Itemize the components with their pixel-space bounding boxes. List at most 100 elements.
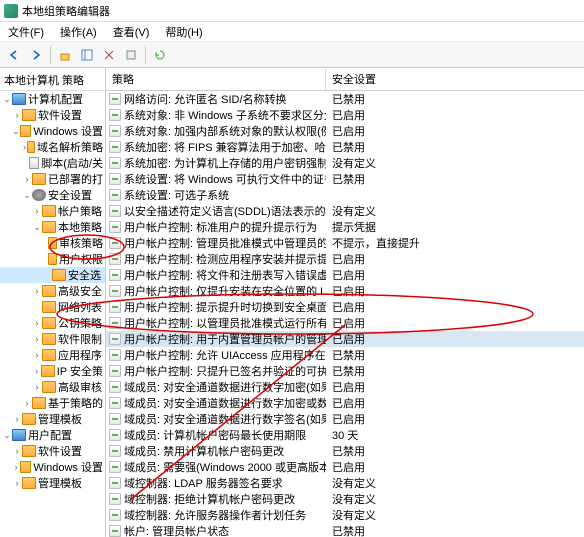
expand-icon[interactable]: ›	[32, 350, 42, 360]
menu-file[interactable]: 文件(F)	[4, 22, 48, 42]
policy-row[interactable]: 域成员: 对安全通道数据进行数字签名(如果可能)已启用	[106, 411, 584, 427]
tree-item[interactable]: 安全选	[0, 267, 105, 283]
policy-row[interactable]: 用户帐户控制: 允许 UIAccess 应用程序在不使用安全桌面…已禁用	[106, 347, 584, 363]
tree-root[interactable]: 本地计算机 策略	[0, 70, 105, 91]
tree-item[interactable]: 脚本(启动/关	[0, 155, 105, 171]
tree-item[interactable]: ⌄用户配置	[0, 427, 105, 443]
tree-item[interactable]: ⌄本地策略	[0, 219, 105, 235]
policy-row[interactable]: 帐户: 管理员帐户状态已禁用	[106, 523, 584, 537]
policy-row[interactable]: 域成员: 对安全通道数据进行数字加密(如果可能)已启用	[106, 379, 584, 395]
folder-icon	[27, 141, 35, 153]
policy-row[interactable]: 用户帐户控制: 管理员批准模式中管理员的提升权限提示的…不提示，直接提升	[106, 235, 584, 251]
tree-item[interactable]: ⌄计算机配置	[0, 91, 105, 107]
policy-row[interactable]: 域控制器: LDAP 服务器签名要求没有定义	[106, 475, 584, 491]
refresh-button[interactable]	[150, 45, 170, 65]
tree-item[interactable]: ›公钥策略	[0, 315, 105, 331]
tree-item[interactable]: ›IP 安全策	[0, 363, 105, 379]
tree-item[interactable]: ›高级审核	[0, 379, 105, 395]
policy-row[interactable]: 系统对象: 非 Windows 子系统不要求区分大小写已启用	[106, 107, 584, 123]
tree-item[interactable]: ›基于策略的	[0, 395, 105, 411]
expand-icon[interactable]: ›	[12, 110, 22, 120]
tree-item[interactable]: 审核策略	[0, 235, 105, 251]
policy-row[interactable]: 域成员: 禁用计算机帐户密码更改已禁用	[106, 443, 584, 459]
tree-item[interactable]: › 高级安全	[0, 283, 105, 299]
tree-item[interactable]: ›软件设置	[0, 107, 105, 123]
expand-icon[interactable]: ›	[32, 382, 42, 392]
expand-icon[interactable]: ›	[32, 206, 42, 216]
tree-item[interactable]: ›软件限制	[0, 331, 105, 347]
tree-item-label: 高级安全	[58, 283, 102, 299]
app-icon	[4, 4, 18, 18]
expand-icon[interactable]: ›	[22, 398, 32, 408]
expand-icon[interactable]: ›	[12, 446, 22, 456]
expand-icon[interactable]: ›	[32, 318, 42, 328]
menu-view[interactable]: 查看(V)	[109, 22, 154, 42]
policy-row[interactable]: 用户帐户控制: 仅提升安装在安全位置的 UIAccess 应用程序已启用	[106, 283, 584, 299]
policy-row[interactable]: 用户帐户控制: 只提升已签名并验证的可执行文件已禁用	[106, 363, 584, 379]
column-policy[interactable]: 策略	[106, 68, 326, 90]
tree-item[interactable]: ›管理模板	[0, 411, 105, 427]
expand-icon[interactable]: ›	[32, 334, 42, 344]
expand-icon[interactable]: ›	[32, 286, 42, 296]
policy-row[interactable]: 系统对象: 加强内部系统对象的默认权限(例如，符号链接)已启用	[106, 123, 584, 139]
forward-button[interactable]	[26, 45, 46, 65]
menu-help[interactable]: 帮助(H)	[161, 22, 206, 42]
policy-row[interactable]: 域成员: 对安全通道数据进行数字加密或数字签名(始终)已启用	[106, 395, 584, 411]
policy-row[interactable]: 域成员: 计算机帐户密码最长使用期限30 天	[106, 427, 584, 443]
tree-item[interactable]: ›域名解析策略	[0, 139, 105, 155]
expand-icon[interactable]: ›	[12, 478, 22, 488]
policy-row[interactable]: 用户帐户控制: 以管理员批准模式运行所有管理员已启用	[106, 315, 584, 331]
tree-item[interactable]: ›应用程序	[0, 347, 105, 363]
expand-icon[interactable]: ⌄	[2, 94, 12, 105]
expand-icon[interactable]: ›	[22, 174, 32, 184]
policy-setting: 已启用	[326, 315, 584, 331]
up-button[interactable]	[55, 45, 75, 65]
tree-item[interactable]: 网络列表	[0, 299, 105, 315]
policy-row[interactable]: 系统加密: 将 FIPS 兼容算法用于加密、哈希和签名已禁用	[106, 139, 584, 155]
tree-pane[interactable]: 本地计算机 策略 ⌄计算机配置›软件设置⌄Windows 设置›域名解析策略脚本…	[0, 68, 106, 537]
policy-row[interactable]: 域成员: 需要强(Windows 2000 或更高版本)会话密钥已启用	[106, 459, 584, 475]
expand-icon[interactable]: ›	[12, 414, 22, 424]
properties-button[interactable]	[121, 45, 141, 65]
policy-row[interactable]: 域控制器: 拒绝计算机帐户密码更改没有定义	[106, 491, 584, 507]
back-button[interactable]	[4, 45, 24, 65]
menu-action[interactable]: 操作(A)	[56, 22, 101, 42]
policy-name: 域控制器: LDAP 服务器签名要求	[124, 475, 283, 491]
policy-row[interactable]: 用户帐户控制: 标准用户的提升提示行为提示凭据	[106, 219, 584, 235]
policy-row[interactable]: 系统设置: 将 Windows 可执行文件中的证书规则用于软件…已禁用	[106, 171, 584, 187]
column-setting[interactable]: 安全设置	[326, 68, 584, 90]
policy-row[interactable]: 用户帐户控制: 用于内置管理员帐户的管理员批准模式已启用	[106, 331, 584, 347]
expand-icon[interactable]: ›	[12, 462, 20, 472]
tree-item[interactable]: 用户权限	[0, 251, 105, 267]
expand-icon[interactable]: ⌄	[12, 126, 20, 137]
policy-row[interactable]: 域控制器: 允许服务器操作者计划任务没有定义	[106, 507, 584, 523]
show-hide-tree-button[interactable]	[77, 45, 97, 65]
tree-item[interactable]: ›帐户策略	[0, 203, 105, 219]
delete-button[interactable]	[99, 45, 119, 65]
tree-item[interactable]: ›Windows 设置	[0, 459, 105, 475]
expand-icon[interactable]: ›	[32, 366, 41, 376]
policy-row[interactable]: 系统加密: 为计算机上存储的用户密钥强制进行强密钥保护没有定义	[106, 155, 584, 171]
policy-row[interactable]: 网络访问: 允许匿名 SID/名称转换已禁用	[106, 91, 584, 107]
window-title: 本地组策略编辑器	[22, 3, 110, 19]
policy-row[interactable]: 用户帐户控制: 检测应用程序安装并提示提升已启用	[106, 251, 584, 267]
policy-row[interactable]: 用户帐户控制: 提示提升时切换到安全桌面已启用	[106, 299, 584, 315]
policy-item-icon	[109, 445, 121, 457]
policy-row[interactable]: 系统设置: 可选子系统	[106, 187, 584, 203]
pc-icon	[12, 429, 26, 441]
tree-item[interactable]: ⌄安全设置	[0, 187, 105, 203]
policy-setting: 已启用	[326, 299, 584, 315]
policy-item-icon	[109, 301, 121, 313]
policy-row[interactable]: 用户帐户控制: 将文件和注册表写入错误虚拟化到每用户位置已启用	[106, 267, 584, 283]
expand-icon[interactable]: ⌄	[22, 190, 32, 201]
policy-list-pane[interactable]: 策略 安全设置 网络访问: 允许匿名 SID/名称转换已禁用系统对象: 非 Wi…	[106, 68, 584, 537]
policy-row[interactable]: 以安全描述符定义语言(SDDL)语法表示的计算机访问限制没有定义	[106, 203, 584, 219]
policy-name: 系统对象: 非 Windows 子系统不要求区分大小写	[124, 107, 326, 123]
expand-icon[interactable]: ⌄	[32, 222, 42, 233]
tree-item[interactable]: ›已部署的打	[0, 171, 105, 187]
tree-item[interactable]: ›软件设置	[0, 443, 105, 459]
tree-item[interactable]: ⌄Windows 设置	[0, 123, 105, 139]
tree-item[interactable]: ›管理模板	[0, 475, 105, 491]
policy-setting: 已禁用	[326, 139, 584, 155]
expand-icon[interactable]: ⌄	[2, 430, 12, 441]
